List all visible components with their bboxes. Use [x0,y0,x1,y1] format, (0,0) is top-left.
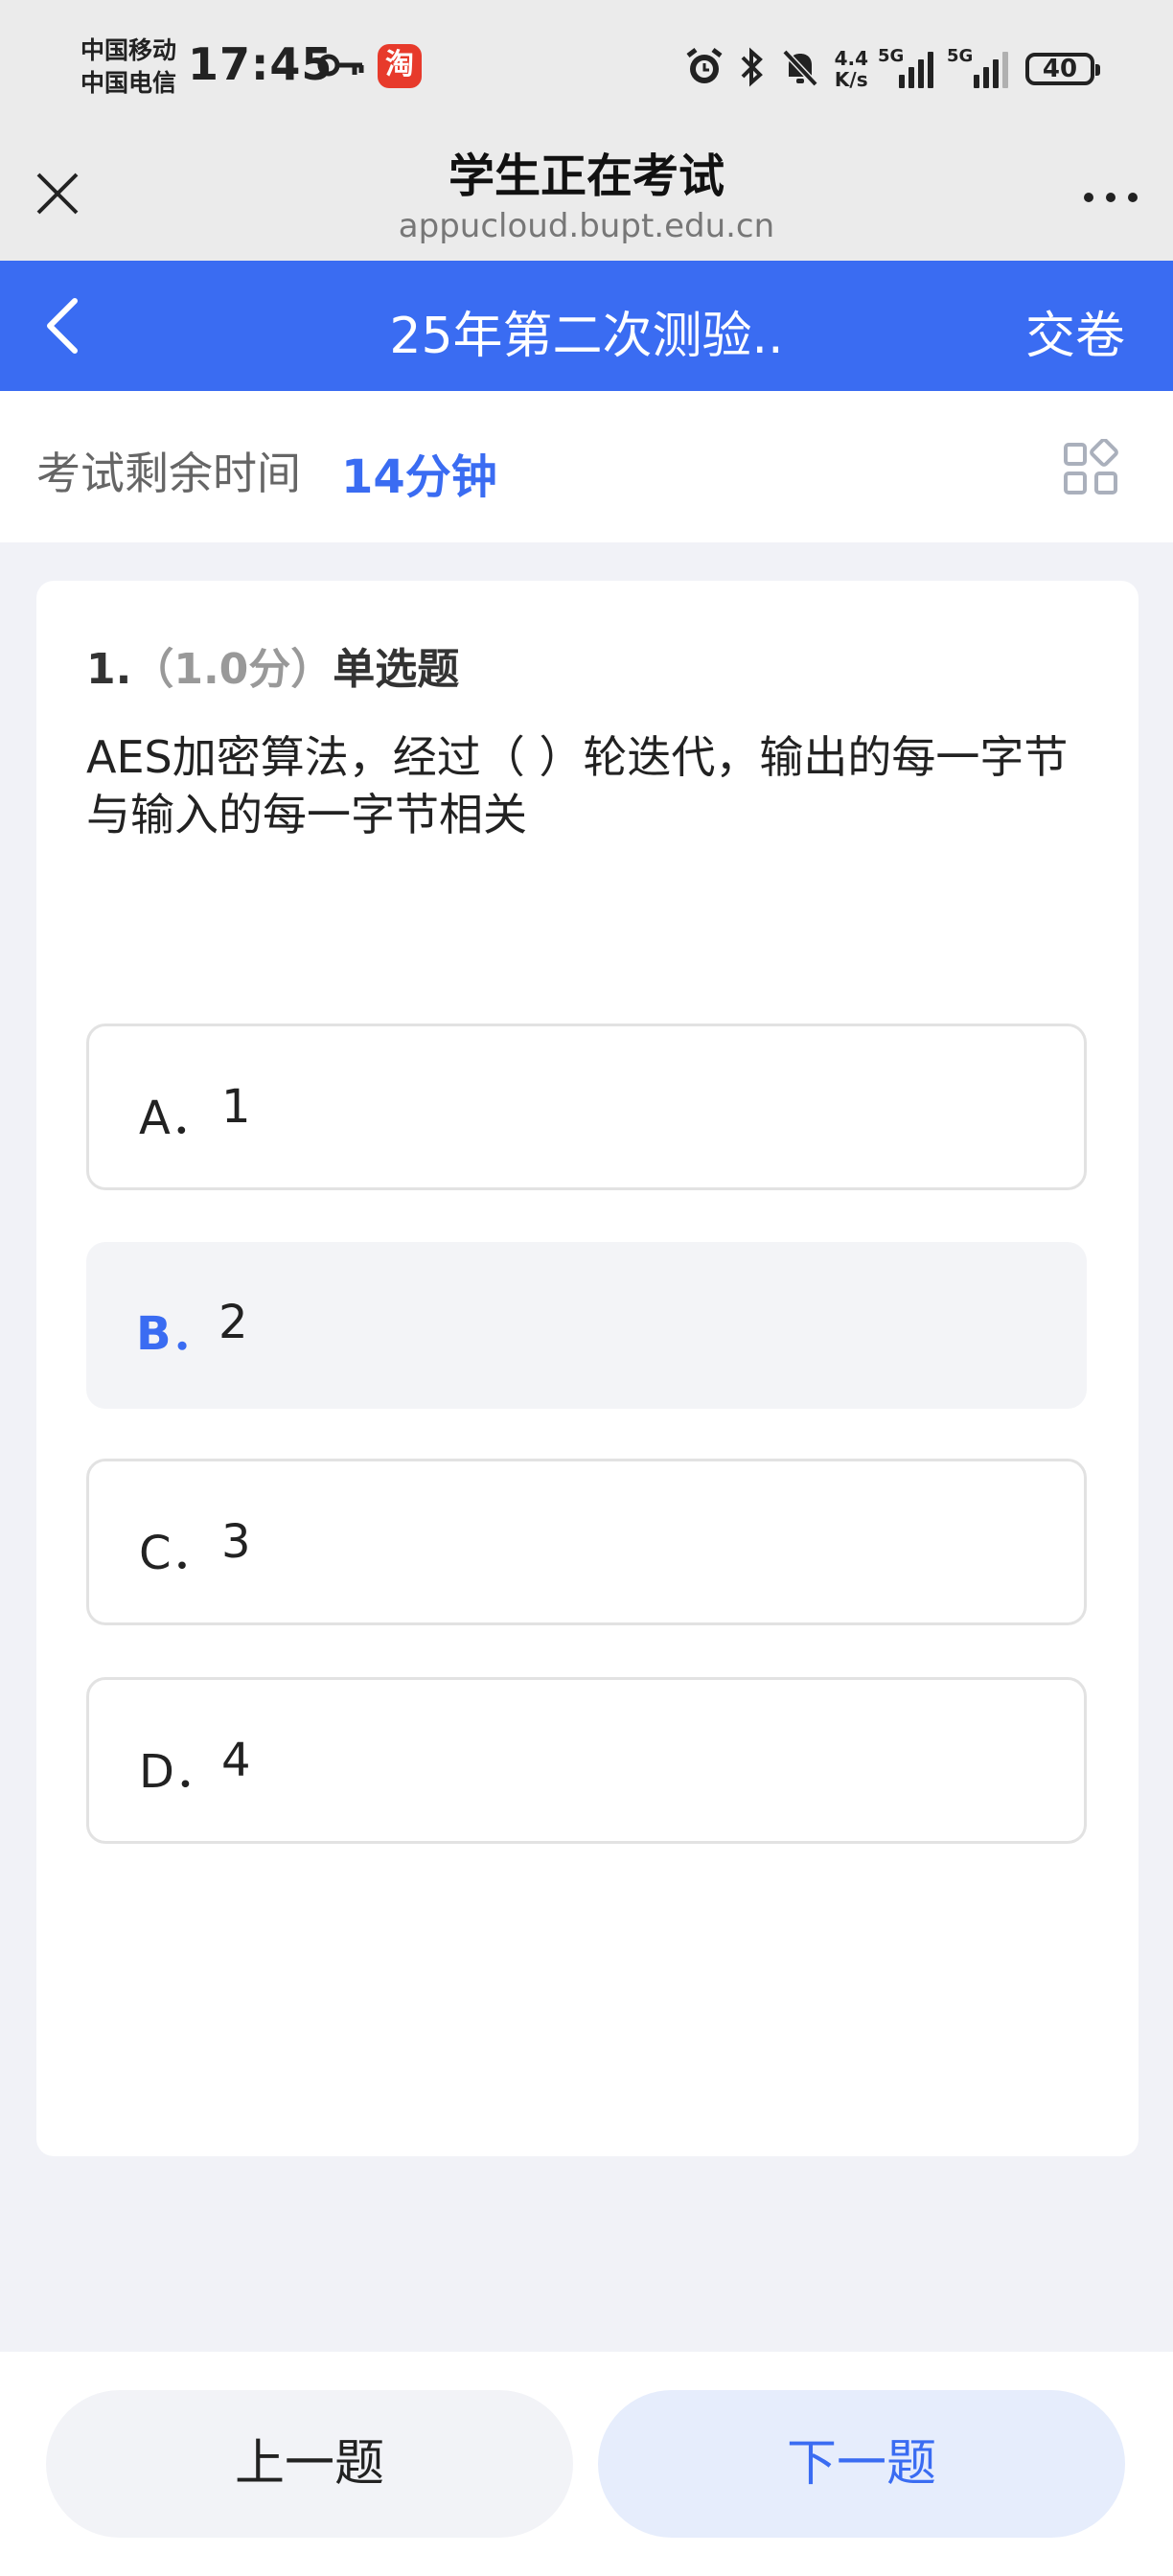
more-button[interactable] [1077,169,1144,226]
battery-icon: 40 [1025,53,1100,85]
next-question-button[interactable]: 下一题 [598,2390,1125,2538]
bluetooth-icon [739,46,766,92]
key-icon [316,50,366,84]
timer-value: 14分钟 [341,450,497,504]
exam-nav-bar: 25年第二次测验.. 交卷 [0,261,1173,391]
option-letter: A． [139,1092,217,1145]
option-d[interactable]: D． 4 [86,1677,1087,1844]
question-number: 1. [86,645,132,694]
option-letter: C． [139,1527,218,1580]
taobao-app-icon: 淘 [378,44,422,88]
status-bar: 中国移动 中国电信 17:45 淘 4.4 K/s 5G 5G 40 [0,0,1173,134]
question-header: 1.（1.0分）单选题 [86,634,459,696]
question-text: AES加密算法，经过（ ）轮迭代，输出的每一字节与输入的每一字节相关 [86,731,1069,840]
net-speed: 4.4 K/s [835,48,868,90]
net-speed-unit: K/s [834,68,868,91]
option-letter: D． [139,1745,220,1799]
signal-2-label: 5G [947,46,974,66]
question-card: 1.（1.0分）单选题 AES加密算法，经过（ ）轮迭代，输出的每一字节与输入的… [36,581,1138,2156]
option-a[interactable]: A． 1 [86,1024,1087,1190]
answer-sheet-button[interactable] [1062,438,1119,496]
status-icons: 4.4 K/s 5G 5G 40 [683,42,1100,96]
clock: 17:45 [188,38,334,90]
alarm-icon [683,46,725,92]
webview-title: 学生正在考试 [448,150,724,203]
signal-1-label: 5G [878,46,905,66]
mute-bell-icon [779,46,821,92]
webview-url: appucloud.bupt.edu.cn [398,207,775,245]
option-c[interactable]: C． 3 [86,1459,1087,1625]
submit-exam-button[interactable]: 交卷 [1025,295,1125,367]
option-value: 3 [221,1515,251,1569]
carrier-1: 中国移动 [80,36,177,64]
exam-title: 25年第二次测验.. [389,308,784,365]
question-score: （1.0分） [131,645,334,694]
timer-label: 考试剩余时间 [36,448,301,499]
timer-row: 考试剩余时间 14分钟 [0,391,1173,542]
option-b[interactable]: B． 2 [86,1242,1087,1409]
carrier-labels: 中国移动 中国电信 [80,34,176,100]
more-icon [1084,193,1138,202]
option-value: 2 [218,1296,248,1349]
option-value: 4 [221,1734,251,1787]
carrier-2: 中国电信 [80,69,177,97]
question-type: 单选题 [333,645,460,694]
bottom-bar: 上一题 下一题 [0,2352,1173,2576]
option-value: 1 [221,1080,251,1134]
signal-2-icon: 5G [947,46,1012,88]
option-letter: B． [136,1307,218,1361]
signal-1-icon: 5G [878,46,937,88]
prev-question-button[interactable]: 上一题 [46,2390,573,2538]
grid-icon [1064,438,1118,494]
net-speed-value: 4.4 [834,47,868,70]
webview-header: 学生正在考试 appucloud.bupt.edu.cn [0,134,1173,261]
